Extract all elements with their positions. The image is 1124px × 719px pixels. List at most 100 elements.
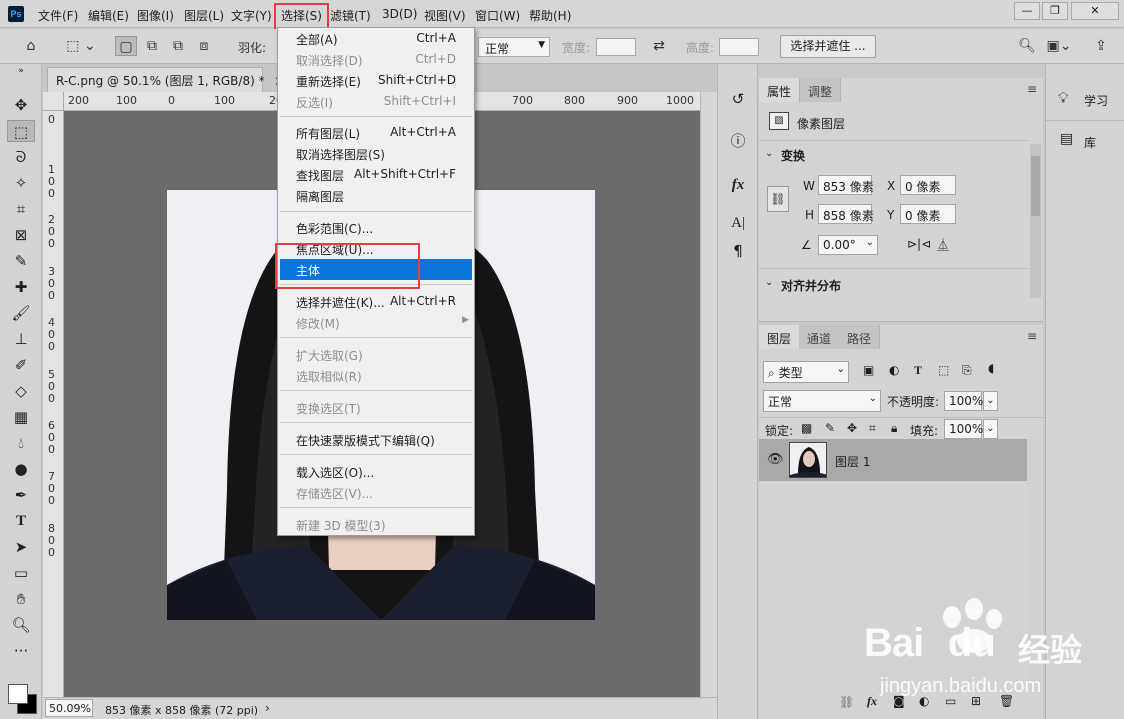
tab-adjustments[interactable]: 调整 — [800, 78, 842, 102]
blur-tool-icon[interactable]: 💧︎ — [7, 432, 35, 454]
lasso-tool-icon[interactable]: ᘐ — [7, 146, 35, 168]
workspace-icon[interactable]: ▣⌄ — [1044, 36, 1074, 56]
rectangle-tool-icon[interactable]: ▭ — [7, 562, 35, 584]
character-icon[interactable]: A| — [727, 212, 749, 234]
lock-artboard-icon[interactable]: ⌗ — [869, 421, 876, 436]
menu-item-isolate-layers[interactable]: 隔离图层 — [278, 185, 474, 206]
menu-item-quick-mask[interactable]: 在快速蒙版模式下编辑(Q) — [278, 429, 474, 450]
pen-tool-icon[interactable]: ✒ — [7, 484, 35, 506]
height-field[interactable]: 858 像素 — [818, 204, 874, 224]
filter-type-icon[interactable]: T — [914, 363, 922, 378]
document-tab[interactable]: R-C.png @ 50.1% (图层 1, RGB/8) * × — [47, 67, 284, 92]
swap-icon[interactable]: ⇄ — [648, 36, 670, 56]
menu-item-transform-selection[interactable]: 变换选区(T) — [278, 397, 474, 418]
menu-3d[interactable]: 3D(D) — [382, 7, 417, 21]
menu-file[interactable]: 文件(F) — [38, 7, 78, 24]
menu-help[interactable]: 帮助(H) — [529, 7, 571, 24]
layer-filter-select[interactable]: ⌕ 类型 ⌄ — [763, 361, 849, 383]
properties-scrollbar[interactable] — [1030, 144, 1041, 298]
filter-adjustment-icon[interactable]: ◐ — [889, 363, 899, 377]
zoom-level-field[interactable]: 50.09% — [45, 699, 93, 717]
crop-tool-icon[interactable]: ⌗ — [7, 198, 35, 220]
width-input[interactable] — [596, 38, 636, 56]
styles-fx-icon[interactable]: fx — [727, 174, 749, 196]
new-selection-icon[interactable]: ▢ — [115, 36, 137, 56]
frame-tool-icon[interactable]: ⊠ — [7, 224, 35, 246]
history-brush-tool-icon[interactable]: ✐ — [7, 354, 35, 376]
panel-menu-icon[interactable]: ≡ — [1027, 329, 1037, 343]
menu-item-deselect-layers[interactable]: 取消选择图层(S) — [278, 143, 474, 164]
restore-button[interactable]: ❐ — [1042, 2, 1068, 20]
menu-item-grow[interactable]: 扩大选取(G) — [278, 344, 474, 365]
width-field[interactable]: 853 像素 — [818, 175, 874, 195]
menu-item-select-and-mask[interactable]: 选择并遮住(K)... Alt+Ctrl+R — [278, 291, 474, 312]
marquee-preset-icon[interactable]: ⬚ ⌄ — [62, 36, 100, 56]
flip-vertical-icon[interactable]: ⏅ — [937, 236, 949, 253]
layer-name[interactable]: 图层 1 — [835, 453, 870, 470]
brush-tool-icon[interactable]: 🖌︎ — [7, 302, 35, 324]
more-tools-icon[interactable]: ··· — [7, 640, 35, 662]
y-field[interactable]: 0 像素 — [900, 204, 956, 224]
search-icon[interactable]: 🔍︎ — [1016, 36, 1038, 56]
gradient-tool-icon[interactable]: ▦ — [7, 406, 35, 428]
healing-brush-tool-icon[interactable]: ✚ — [7, 276, 35, 298]
chevron-down-icon[interactable]: ⌄ — [765, 148, 773, 159]
filter-toggle-icon[interactable]: ◖ — [988, 361, 994, 375]
eyedropper-tool-icon[interactable]: ✎ — [7, 250, 35, 272]
select-and-mask-button[interactable]: 选择并遮住 ... — [780, 35, 876, 58]
share-icon[interactable]: ⇪ — [1090, 36, 1112, 56]
move-tool-icon[interactable]: ✥ — [7, 94, 35, 116]
menu-layer[interactable]: 图层(L) — [184, 7, 224, 24]
collapse-icon[interactable]: » — [7, 66, 35, 76]
link-icon[interactable]: ⛓︎ — [767, 186, 789, 212]
tab-paths[interactable]: 路径 — [839, 325, 881, 349]
learn-panel-button[interactable]: 💡︎ 学习 — [1046, 80, 1124, 118]
info-icon[interactable]: ⓘ — [727, 130, 749, 152]
menu-item-load-selection[interactable]: 载入选区(O)... — [278, 461, 474, 482]
close-button[interactable]: ✕ — [1071, 2, 1119, 20]
subtract-selection-icon[interactable]: ⧉ — [167, 36, 189, 56]
menu-edit[interactable]: 编辑(E) — [88, 7, 129, 24]
tab-channels[interactable]: 通道 — [799, 325, 841, 349]
add-selection-icon[interactable]: ⧉ — [141, 36, 163, 56]
menu-item-all-layers[interactable]: 所有图层(L) Alt+Ctrl+A — [278, 122, 474, 143]
tab-properties[interactable]: 属性 — [759, 78, 801, 102]
menu-filter[interactable]: 滤镜(T) — [330, 7, 371, 24]
flip-horizontal-icon[interactable]: ⊳|⊲ — [907, 237, 931, 251]
menu-image[interactable]: 图像(I) — [137, 7, 174, 24]
intersect-selection-icon[interactable]: ⧈ — [193, 36, 215, 56]
menu-item-deselect[interactable]: 取消选择(D) Ctrl+D — [278, 49, 474, 70]
menu-item-save-selection[interactable]: 存储选区(V)... — [278, 482, 474, 503]
tab-layers[interactable]: 图层 — [759, 325, 801, 349]
hand-tool-icon[interactable]: ✋︎ — [7, 588, 35, 610]
filter-pixel-icon[interactable]: ▣ — [863, 363, 874, 377]
dodge-tool-icon[interactable]: ● — [7, 458, 35, 480]
menu-item-find-layers[interactable]: 查找图层 Alt+Shift+Ctrl+F — [278, 164, 474, 185]
blend-mode-select[interactable]: 正常 ⌄ — [763, 390, 881, 412]
menu-item-reselect[interactable]: 重新选择(E) Shift+Ctrl+D — [278, 70, 474, 91]
library-panel-button[interactable]: ▤ 库 — [1046, 122, 1124, 160]
menu-item-modify[interactable]: 修改(M) ▶ — [278, 312, 474, 333]
lock-position-icon[interactable]: ✥ — [847, 421, 857, 435]
x-field[interactable]: 0 像素 — [900, 175, 956, 195]
opacity-field[interactable]: 100% — [944, 391, 983, 411]
menu-view[interactable]: 视图(V) — [424, 7, 466, 24]
link-layers-icon[interactable]: ⛓︎ — [839, 695, 854, 709]
visibility-eye-icon[interactable]: 👁︎ — [767, 452, 784, 467]
status-menu-arrow[interactable]: › — [265, 701, 270, 715]
menu-item-inverse[interactable]: 反选(I) Shift+Ctrl+I — [278, 91, 474, 112]
chevron-down-icon[interactable]: ⌄ — [983, 391, 998, 411]
chevron-down-icon[interactable]: ⌄ — [983, 419, 998, 439]
magic-wand-tool-icon[interactable]: ✧ — [7, 172, 35, 194]
filter-shape-icon[interactable]: ⬚ — [938, 363, 949, 377]
menu-window[interactable]: 窗口(W) — [475, 7, 520, 24]
style-select[interactable]: 正常 ▼ — [478, 37, 550, 57]
lock-image-icon[interactable]: ✎ — [825, 421, 835, 435]
eraser-tool-icon[interactable]: ◇ — [7, 380, 35, 402]
zoom-tool-icon[interactable]: 🔍︎ — [7, 614, 35, 636]
lock-transparent-icon[interactable]: ▩ — [801, 421, 812, 435]
type-tool-icon[interactable]: T — [7, 510, 35, 532]
height-input[interactable] — [719, 38, 759, 56]
layer-row[interactable]: 👁︎ 图层 1 — [759, 439, 1027, 481]
menu-item-new-3d-extrusion[interactable]: 新建 3D 模型(3) — [278, 514, 474, 535]
